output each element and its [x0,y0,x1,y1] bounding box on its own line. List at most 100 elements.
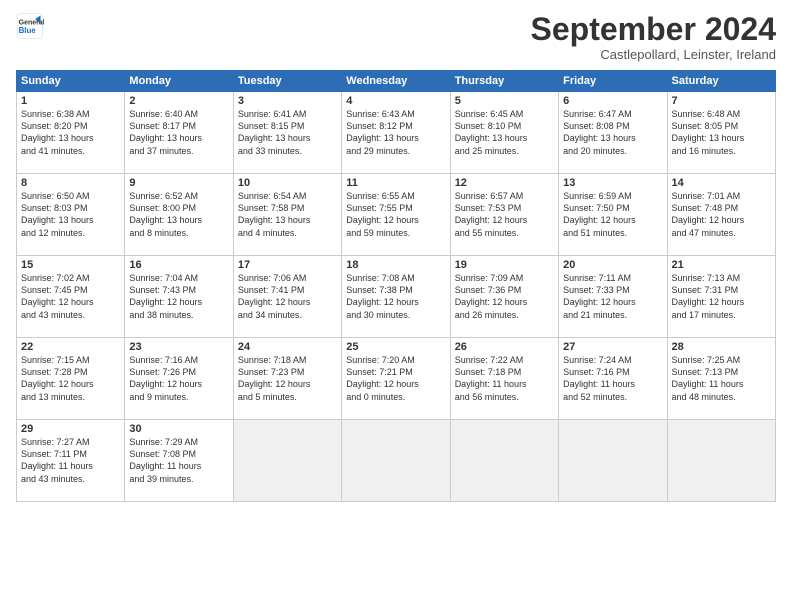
day-number: 28 [672,341,771,353]
title-block: September 2024 Castlepollard, Leinster, … [531,12,776,62]
week-row-4: 22Sunrise: 7:15 AMSunset: 7:28 PMDayligh… [17,338,776,420]
day-number: 23 [129,341,228,353]
day-info: Sunrise: 6:54 AMSunset: 7:58 PMDaylight:… [238,190,337,239]
day-number: 5 [455,95,554,107]
day-number: 29 [21,423,120,435]
day-number: 1 [21,95,120,107]
day-info: Sunrise: 7:15 AMSunset: 7:28 PMDaylight:… [21,354,120,403]
day-number: 15 [21,259,120,271]
weekday-tuesday: Tuesday [233,71,341,92]
day-number: 12 [455,177,554,189]
day-number: 24 [238,341,337,353]
day-info: Sunrise: 6:50 AMSunset: 8:03 PMDaylight:… [21,190,120,239]
day-info: Sunrise: 7:06 AMSunset: 7:41 PMDaylight:… [238,272,337,321]
day-number: 13 [563,177,662,189]
location-subtitle: Castlepollard, Leinster, Ireland [531,47,776,62]
calendar-cell: 8Sunrise: 6:50 AMSunset: 8:03 PMDaylight… [17,174,125,256]
calendar-cell: 16Sunrise: 7:04 AMSunset: 7:43 PMDayligh… [125,256,233,338]
calendar-cell: 28Sunrise: 7:25 AMSunset: 7:13 PMDayligh… [667,338,775,420]
day-info: Sunrise: 7:24 AMSunset: 7:16 PMDaylight:… [563,354,662,403]
day-number: 3 [238,95,337,107]
day-info: Sunrise: 7:22 AMSunset: 7:18 PMDaylight:… [455,354,554,403]
day-info: Sunrise: 7:11 AMSunset: 7:33 PMDaylight:… [563,272,662,321]
day-number: 18 [346,259,445,271]
calendar-cell: 27Sunrise: 7:24 AMSunset: 7:16 PMDayligh… [559,338,667,420]
calendar-cell [342,420,450,502]
day-info: Sunrise: 6:52 AMSunset: 8:00 PMDaylight:… [129,190,228,239]
day-number: 2 [129,95,228,107]
day-number: 17 [238,259,337,271]
calendar-table: SundayMondayTuesdayWednesdayThursdayFrid… [16,70,776,502]
day-number: 26 [455,341,554,353]
day-number: 30 [129,423,228,435]
calendar-cell: 21Sunrise: 7:13 AMSunset: 7:31 PMDayligh… [667,256,775,338]
weekday-header-row: SundayMondayTuesdayWednesdayThursdayFrid… [17,71,776,92]
week-row-3: 15Sunrise: 7:02 AMSunset: 7:45 PMDayligh… [17,256,776,338]
day-info: Sunrise: 7:27 AMSunset: 7:11 PMDaylight:… [21,436,120,485]
day-info: Sunrise: 7:08 AMSunset: 7:38 PMDaylight:… [346,272,445,321]
day-number: 8 [21,177,120,189]
day-number: 14 [672,177,771,189]
calendar-cell: 2Sunrise: 6:40 AMSunset: 8:17 PMDaylight… [125,92,233,174]
calendar-cell: 9Sunrise: 6:52 AMSunset: 8:00 PMDaylight… [125,174,233,256]
logo: General Blue [16,12,44,40]
calendar-cell: 18Sunrise: 7:08 AMSunset: 7:38 PMDayligh… [342,256,450,338]
calendar-cell: 12Sunrise: 6:57 AMSunset: 7:53 PMDayligh… [450,174,558,256]
day-info: Sunrise: 7:09 AMSunset: 7:36 PMDaylight:… [455,272,554,321]
calendar-cell: 17Sunrise: 7:06 AMSunset: 7:41 PMDayligh… [233,256,341,338]
calendar-cell: 24Sunrise: 7:18 AMSunset: 7:23 PMDayligh… [233,338,341,420]
weekday-sunday: Sunday [17,71,125,92]
day-number: 4 [346,95,445,107]
weekday-friday: Friday [559,71,667,92]
day-info: Sunrise: 6:59 AMSunset: 7:50 PMDaylight:… [563,190,662,239]
calendar-cell: 22Sunrise: 7:15 AMSunset: 7:28 PMDayligh… [17,338,125,420]
week-row-1: 1Sunrise: 6:38 AMSunset: 8:20 PMDaylight… [17,92,776,174]
day-number: 20 [563,259,662,271]
svg-text:Blue: Blue [19,26,37,35]
day-number: 16 [129,259,228,271]
day-number: 22 [21,341,120,353]
day-number: 6 [563,95,662,107]
calendar-cell: 29Sunrise: 7:27 AMSunset: 7:11 PMDayligh… [17,420,125,502]
day-info: Sunrise: 7:20 AMSunset: 7:21 PMDaylight:… [346,354,445,403]
day-info: Sunrise: 6:41 AMSunset: 8:15 PMDaylight:… [238,108,337,157]
calendar-cell [559,420,667,502]
calendar-cell: 11Sunrise: 6:55 AMSunset: 7:55 PMDayligh… [342,174,450,256]
day-info: Sunrise: 7:25 AMSunset: 7:13 PMDaylight:… [672,354,771,403]
calendar-cell: 30Sunrise: 7:29 AMSunset: 7:08 PMDayligh… [125,420,233,502]
day-info: Sunrise: 7:13 AMSunset: 7:31 PMDaylight:… [672,272,771,321]
day-info: Sunrise: 6:43 AMSunset: 8:12 PMDaylight:… [346,108,445,157]
day-info: Sunrise: 7:04 AMSunset: 7:43 PMDaylight:… [129,272,228,321]
weekday-thursday: Thursday [450,71,558,92]
calendar-cell: 3Sunrise: 6:41 AMSunset: 8:15 PMDaylight… [233,92,341,174]
month-title: September 2024 [531,12,776,47]
day-info: Sunrise: 6:45 AMSunset: 8:10 PMDaylight:… [455,108,554,157]
calendar-cell: 15Sunrise: 7:02 AMSunset: 7:45 PMDayligh… [17,256,125,338]
day-number: 10 [238,177,337,189]
day-info: Sunrise: 6:55 AMSunset: 7:55 PMDaylight:… [346,190,445,239]
calendar-cell: 19Sunrise: 7:09 AMSunset: 7:36 PMDayligh… [450,256,558,338]
calendar-cell: 7Sunrise: 6:48 AMSunset: 8:05 PMDaylight… [667,92,775,174]
calendar-body: 1Sunrise: 6:38 AMSunset: 8:20 PMDaylight… [17,92,776,502]
calendar-cell: 14Sunrise: 7:01 AMSunset: 7:48 PMDayligh… [667,174,775,256]
calendar-cell: 13Sunrise: 6:59 AMSunset: 7:50 PMDayligh… [559,174,667,256]
day-number: 27 [563,341,662,353]
calendar-cell [667,420,775,502]
day-info: Sunrise: 7:01 AMSunset: 7:48 PMDaylight:… [672,190,771,239]
logo-icon: General Blue [16,12,44,40]
day-info: Sunrise: 7:16 AMSunset: 7:26 PMDaylight:… [129,354,228,403]
calendar-cell: 20Sunrise: 7:11 AMSunset: 7:33 PMDayligh… [559,256,667,338]
day-info: Sunrise: 6:47 AMSunset: 8:08 PMDaylight:… [563,108,662,157]
weekday-monday: Monday [125,71,233,92]
calendar-cell: 4Sunrise: 6:43 AMSunset: 8:12 PMDaylight… [342,92,450,174]
day-info: Sunrise: 6:57 AMSunset: 7:53 PMDaylight:… [455,190,554,239]
calendar-cell: 23Sunrise: 7:16 AMSunset: 7:26 PMDayligh… [125,338,233,420]
week-row-5: 29Sunrise: 7:27 AMSunset: 7:11 PMDayligh… [17,420,776,502]
day-info: Sunrise: 7:18 AMSunset: 7:23 PMDaylight:… [238,354,337,403]
day-info: Sunrise: 7:29 AMSunset: 7:08 PMDaylight:… [129,436,228,485]
page-header: General Blue September 2024 Castlepollar… [16,12,776,62]
calendar-cell: 5Sunrise: 6:45 AMSunset: 8:10 PMDaylight… [450,92,558,174]
day-info: Sunrise: 7:02 AMSunset: 7:45 PMDaylight:… [21,272,120,321]
calendar-cell: 1Sunrise: 6:38 AMSunset: 8:20 PMDaylight… [17,92,125,174]
day-number: 11 [346,177,445,189]
